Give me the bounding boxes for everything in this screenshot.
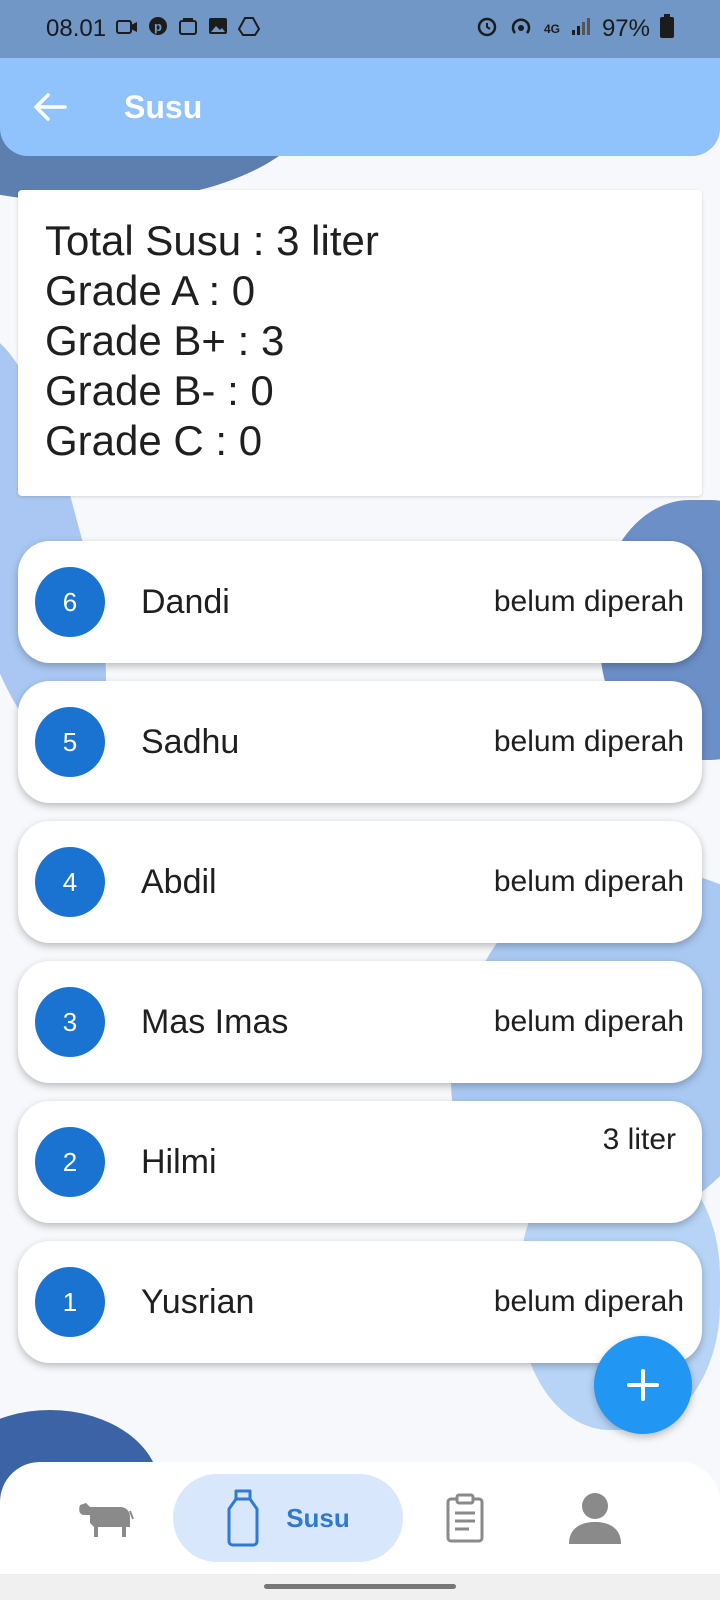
list-item[interactable]: 2 Hilmi 3 liter [18, 1101, 702, 1223]
add-button[interactable] [594, 1336, 692, 1434]
cow-list: 6 Dandi belum diperah 5 Sadhu belum dipe… [18, 541, 702, 1381]
milking-status: belum diperah [493, 725, 684, 758]
list-item[interactable]: 5 Sadhu belum diperah [18, 681, 702, 803]
battery-percent: 97% [601, 15, 650, 42]
milking-status: belum diperah [493, 1285, 684, 1318]
network-4g-icon: 4G [543, 22, 560, 36]
cow-name: Yusrian [141, 1282, 255, 1321]
cow-number-badge: 6 [35, 567, 105, 637]
hotspot-icon [508, 15, 534, 43]
summary-grade-a: Grade A : 0 [45, 267, 256, 314]
cow-number-badge: 3 [35, 987, 105, 1057]
list-item[interactable]: 1 Yusrian belum diperah [18, 1241, 702, 1363]
battery-icon [660, 14, 674, 44]
svg-text:p: p [154, 19, 162, 34]
image-icon [208, 16, 228, 42]
clipboard-icon [446, 1493, 484, 1543]
cow-name: Sadhu [141, 722, 240, 761]
app-bar: Susu [0, 58, 720, 156]
home-indicator[interactable] [264, 1584, 456, 1589]
cow-name: Abdil [141, 862, 217, 901]
signal-icon [570, 16, 592, 42]
cow-number-badge: 5 [35, 707, 105, 777]
alarm-icon [476, 15, 498, 43]
person-icon [569, 1493, 621, 1544]
summary-grade-b-minus: Grade B- : 0 [45, 367, 274, 414]
pinterest-icon: p [148, 16, 168, 42]
cow-icon [79, 1503, 134, 1537]
milking-status: belum diperah [493, 1005, 684, 1038]
plus-icon [627, 1369, 659, 1401]
nav-item-susu[interactable]: Susu [173, 1474, 403, 1562]
list-item[interactable]: 6 Dandi belum diperah [18, 541, 702, 663]
milk-volume: 3 liter [602, 1123, 676, 1156]
milking-status: belum diperah [493, 585, 684, 618]
cow-number-badge: 1 [35, 1267, 105, 1337]
cow-name: Hilmi [141, 1142, 217, 1181]
back-button[interactable] [0, 58, 100, 156]
summary-total: Total Susu : 3 liter [45, 217, 379, 264]
cow-name: Mas Imas [141, 1002, 289, 1041]
status-bar: 08.01 p 4G 97% [0, 0, 720, 58]
nav-item-cows[interactable] [60, 1474, 150, 1562]
page-title: Susu [124, 88, 203, 125]
nav-item-reports[interactable] [430, 1474, 500, 1562]
list-item[interactable]: 4 Abdil belum diperah [18, 821, 702, 943]
list-item[interactable]: 3 Mas Imas belum diperah [18, 961, 702, 1083]
summary-grade-b-plus: Grade B+ : 3 [45, 317, 285, 364]
cow-name: Dandi [141, 582, 230, 621]
milking-status: belum diperah [493, 865, 684, 898]
video-icon [116, 18, 138, 41]
arrow-left-icon [34, 93, 67, 121]
bottom-navigation: Susu [0, 1462, 720, 1574]
cow-number-badge: 4 [35, 847, 105, 917]
nav-label-susu: Susu [286, 1502, 350, 1533]
nav-item-profile[interactable] [555, 1474, 635, 1562]
system-navigation-bar [0, 1574, 720, 1600]
status-time: 08.01 [46, 15, 107, 42]
summary-grade-c: Grade C : 0 [45, 417, 263, 464]
milk-bottle-icon [227, 1489, 259, 1547]
milk-summary-card: Total Susu : 3 liter Grade A : 0 Grade B… [18, 190, 702, 496]
drive-icon [237, 16, 261, 42]
bag-icon [178, 16, 198, 42]
cow-number-badge: 2 [35, 1127, 105, 1197]
